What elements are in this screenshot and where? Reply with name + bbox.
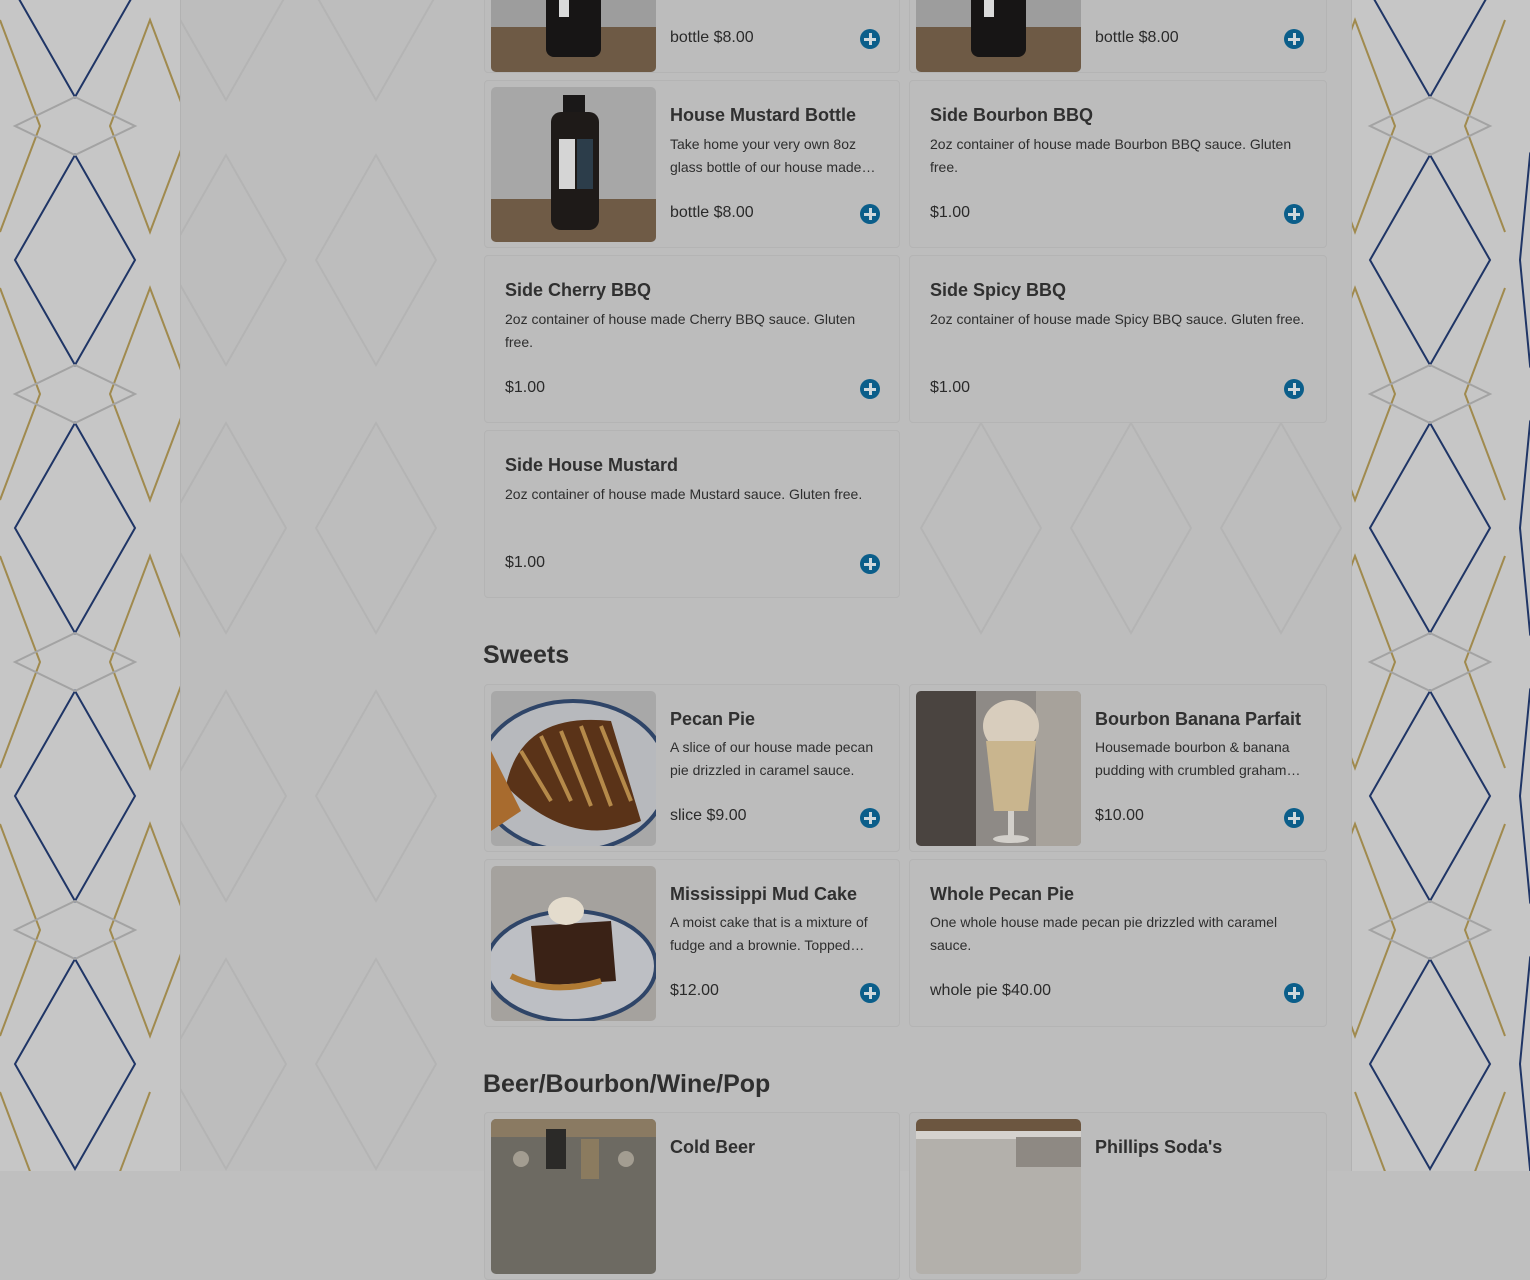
item-description: 2oz container of house made Mustard sauc… [505,486,863,502]
item-description: Housemade bourbon & banana pudding with … [1095,739,1301,778]
item-description: 2oz container of house made Bourbon BBQ … [930,136,1292,175]
plus-circle-icon[interactable] [860,554,880,574]
item-description: Take home your very own 8oz glass bottle… [670,136,876,175]
item-photo-mud-cake [491,866,656,1021]
background-pattern-right [1350,0,1530,1171]
background-pattern-left [0,0,180,1171]
plus-circle-icon[interactable] [1284,983,1304,1003]
menu-item-card[interactable]: Side House Mustard 2oz container of hous… [484,430,900,598]
plus-circle-icon[interactable] [1284,29,1304,49]
item-price: $10.00 [1095,807,1144,824]
item-description: A slice of our house made pecan pie driz… [670,739,874,778]
menu-item-card[interactable]: Side Cherry BBQ 2oz container of house m… [484,255,900,423]
menu-item-card[interactable]: Side Bourbon BBQ 2oz container of house … [909,80,1327,248]
plus-circle-icon[interactable] [860,379,880,399]
item-title: Side Spicy BBQ [930,280,1067,300]
item-price: bottle $8.00 [1095,29,1179,46]
plus-circle-icon[interactable] [860,808,880,828]
item-price: slice $9.00 [670,807,747,824]
menu-item-card[interactable]: Bourbon Banana Parfait Housemade bourbon… [909,684,1327,852]
menu-item-card[interactable]: House Mustard Bottle Take home your very… [484,80,900,248]
item-price: $1.00 [930,204,971,221]
item-price: $1.00 [505,379,546,396]
item-title: Pecan Pie [670,709,756,729]
menu-item-card[interactable]: Side Spicy BBQ 2oz container of house ma… [909,255,1327,423]
item-photo-phillips-soda [916,1119,1081,1274]
item-title: Cold Beer [670,1137,756,1157]
item-photo-cold-beer [491,1119,656,1274]
item-photo-bbq-bottle [916,0,1081,72]
item-title: House Mustard Bottle [670,105,857,125]
item-photo-mustard-bottle [491,87,656,242]
menu-item-card[interactable]: Whole Pecan Pie One whole house made pec… [909,859,1327,1027]
item-price: bottle $8.00 [670,29,754,46]
menu-item-card[interactable]: Mississippi Mud Cake A moist cake that i… [484,859,900,1027]
item-title: Side House Mustard [505,455,679,475]
item-title: Side Bourbon BBQ [930,105,1093,125]
item-description: 2oz container of house made Cherry BBQ s… [505,311,856,350]
item-description: 2oz container of house made Spicy BBQ sa… [930,311,1305,327]
item-photo-banana-parfait [916,691,1081,846]
item-photo-pecan-pie [491,691,656,846]
item-title: Side Cherry BBQ [505,280,652,300]
item-price: whole pie $40.00 [930,982,1051,999]
menu-item-card[interactable]: Pecan Pie A slice of our house made peca… [484,684,900,852]
item-photo-bbq-bottle [491,0,656,72]
item-title: Bourbon Banana Parfait [1095,709,1302,729]
item-title: Whole Pecan Pie [930,884,1075,904]
section-title-drinks: Beer/Bourbon/Wine/Pop [483,1070,771,1098]
plus-circle-icon[interactable] [860,29,880,49]
plus-circle-icon[interactable] [860,204,880,224]
item-description: A moist cake that is a mixture of fudge … [670,914,868,953]
item-price: $12.00 [670,982,719,999]
item-price: $1.00 [505,554,546,571]
plus-circle-icon[interactable] [860,983,880,1003]
plus-circle-icon[interactable] [1284,379,1304,399]
plus-circle-icon[interactable] [1284,808,1304,828]
item-title: Phillips Soda's [1095,1137,1223,1157]
section-title-sweets: Sweets [483,641,570,669]
menu-item-card[interactable]: bottle $8.00 [909,0,1327,73]
plus-circle-icon[interactable] [1284,204,1304,224]
menu-item-card[interactable]: bottle $8.00 [484,0,900,73]
item-description: One whole house made pecan pie drizzled … [930,914,1278,953]
item-price: bottle $8.00 [670,204,754,221]
item-title: Mississippi Mud Cake [670,884,858,904]
item-price: $1.00 [930,379,971,396]
menu-item-card[interactable]: Cold Beer [484,1112,900,1280]
menu-item-card[interactable]: Phillips Soda's [909,1112,1327,1280]
